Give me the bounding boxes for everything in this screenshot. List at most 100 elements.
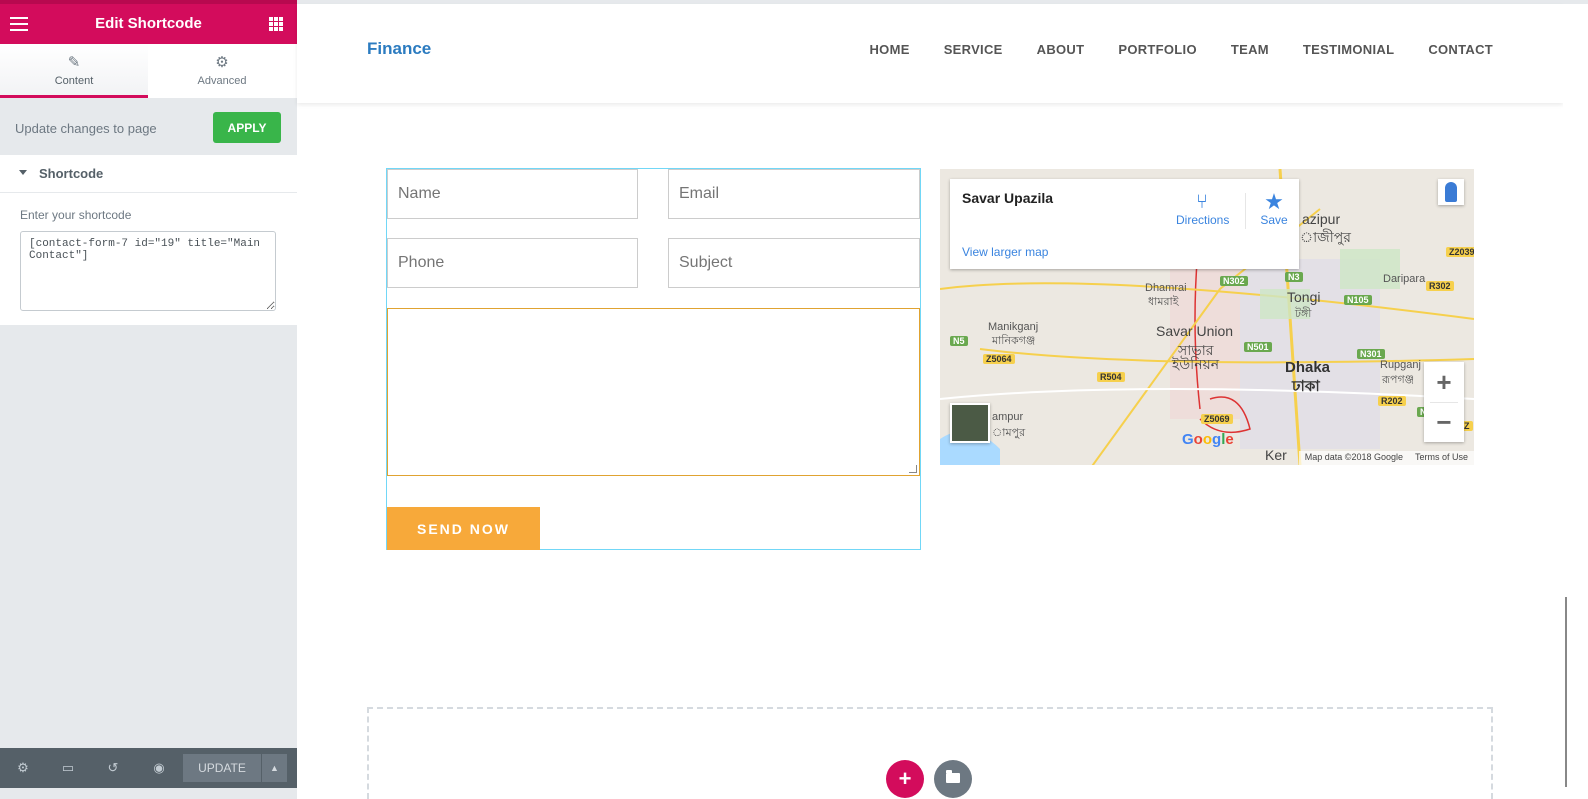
map-label-savar-union: Savar Union [1156, 323, 1234, 339]
map-label-dhamrai-bn: ধামরাই [1148, 296, 1179, 308]
phone-input[interactable] [387, 238, 638, 288]
settings-icon[interactable]: ⚙ [13, 758, 33, 778]
map-label-tongi-bn: টঙ্গী [1295, 308, 1312, 320]
road-shield: Z5064 [983, 354, 1015, 364]
caret-down-icon [19, 170, 27, 175]
shortcode-field-label: Enter your shortcode [20, 208, 132, 222]
map-label-ampur-bn: ামপুর [992, 427, 1026, 439]
pencil-icon: ✎ [67, 54, 81, 71]
update-button[interactable]: UPDATE [183, 754, 261, 782]
terms-link[interactable]: Terms of Use [1415, 452, 1468, 464]
panel-tabs: ✎ Content ⚙ Advanced [0, 44, 297, 98]
add-template-button[interactable] [934, 760, 972, 798]
road-shield: Z2039 [1446, 247, 1474, 257]
apply-text: Update changes to page [15, 121, 157, 136]
send-now-button[interactable]: SEND NOW [387, 507, 540, 550]
shortcode-section: Shortcode Enter your shortcode [contact-… [0, 155, 297, 325]
map-zoom-control: + − [1424, 362, 1464, 442]
panel-footer: ⚙ ▭ ↺ ◉ UPDATE ▲ [0, 748, 297, 788]
caret-up-icon[interactable]: ▲ [262, 754, 287, 782]
road-shield: R202 [1378, 396, 1406, 406]
subject-input[interactable] [668, 238, 920, 288]
add-section-area [367, 707, 1493, 799]
zoom-out-button[interactable]: − [1424, 402, 1464, 442]
map-label-gazipur: azipur [1302, 211, 1341, 227]
shortcode-textarea[interactable]: [contact-form-7 id="19" title="Main Cont… [20, 231, 276, 311]
map-attribution: Map data ©2018 Google Terms of Use [1298, 451, 1474, 465]
panel-title: Edit Shortcode [95, 15, 202, 32]
map-label-gazipur-bn: াজীপুর [1300, 229, 1351, 245]
map-label-keraniganj: Ker [1265, 447, 1287, 463]
map-place-card: Savar Upazila ⑂ Directions ★ Save View l… [950, 179, 1299, 269]
resize-handle-icon[interactable] [909, 465, 917, 473]
gear-icon: ⚙ [215, 54, 229, 71]
email-input[interactable] [668, 169, 920, 219]
site-navbar: Finance HOME SERVICE ABOUT PORTFOLIO TEA… [297, 4, 1563, 103]
save-place-button[interactable]: ★ Save [1256, 189, 1292, 228]
map-label-rupganj: Rupganj [1380, 359, 1421, 371]
nav-menu: HOME SERVICE ABOUT PORTFOLIO TEAM TESTIM… [835, 42, 1493, 57]
contact-form: SEND NOW [386, 168, 921, 550]
view-larger-map-link[interactable]: View larger map [962, 245, 1048, 259]
nav-service[interactable]: SERVICE [944, 42, 1003, 57]
widgets-grid-icon[interactable] [269, 17, 283, 31]
road-shield: Z5069 [1201, 414, 1233, 424]
add-section-button[interactable]: + [886, 760, 924, 798]
responsive-icon[interactable]: ▭ [58, 758, 78, 778]
panel-header: Edit Shortcode [0, 0, 297, 44]
satellite-toggle[interactable] [950, 403, 990, 443]
star-icon: ★ [1264, 189, 1284, 214]
map-label-manikganj-bn: মানিকগঞ্জ [992, 335, 1036, 347]
directions-icon: ⑂ [1196, 191, 1208, 213]
road-shield: R504 [1097, 372, 1125, 382]
divider [1430, 402, 1458, 403]
road-shield: N501 [1244, 342, 1272, 352]
preview-icon[interactable]: ◉ [149, 758, 169, 778]
tab-content[interactable]: ✎ Content [0, 44, 148, 98]
road-shield: N301 [1357, 349, 1385, 359]
nav-team[interactable]: TEAM [1231, 42, 1269, 57]
nav-contact[interactable]: CONTACT [1428, 42, 1493, 57]
google-map[interactable]: Dhamrai ধামরাই Manikganj মানিকগঞ্জ Savar… [940, 169, 1474, 465]
section-toggle[interactable]: Shortcode [0, 155, 297, 193]
editor-panel: Edit Shortcode ✎ Content ⚙ Advanced Upda… [0, 0, 297, 799]
map-label-dhaka-bn: ঢাকা [1292, 378, 1320, 395]
road-shield: N5 [950, 336, 968, 346]
map-data-text: Map data ©2018 Google [1304, 452, 1403, 462]
google-logo: Google [1182, 431, 1234, 448]
site-preview: Finance HOME SERVICE ABOUT PORTFOLIO TEA… [297, 0, 1588, 799]
directions-button[interactable]: ⑂ Directions [1176, 191, 1230, 227]
tab-advanced[interactable]: ⚙ Advanced [148, 44, 296, 98]
site-brand[interactable]: Finance [367, 39, 431, 59]
tab-advanced-label: Advanced [197, 75, 247, 87]
map-label-savar-bn2: ইউনিয়ন [1172, 356, 1220, 372]
name-input[interactable] [387, 169, 638, 219]
map-label-ampur: ampur [992, 411, 1024, 423]
divider [1245, 193, 1246, 229]
apply-button[interactable]: APPLY [213, 112, 281, 143]
street-view-pegman-icon[interactable] [1438, 179, 1464, 205]
nav-about[interactable]: ABOUT [1037, 42, 1085, 57]
road-shield: R302 [1426, 281, 1454, 291]
section-title: Shortcode [39, 166, 104, 181]
save-label: Save [1260, 213, 1288, 227]
folder-icon [946, 770, 960, 783]
road-shield: N105 [1344, 295, 1372, 305]
road-shield: N3 [1285, 272, 1303, 282]
history-icon[interactable]: ↺ [103, 758, 123, 778]
apply-bar: Update changes to page APPLY [0, 98, 297, 155]
map-label-rupganj-bn: রূপগঞ্জ [1382, 374, 1415, 386]
road-shield: N302 [1220, 276, 1248, 286]
tab-content-label: Content [54, 75, 94, 87]
scrollbar-thumb[interactable] [1565, 597, 1567, 787]
message-textarea[interactable] [387, 308, 920, 476]
nav-portfolio[interactable]: PORTFOLIO [1118, 42, 1197, 57]
nav-home[interactable]: HOME [869, 42, 909, 57]
map-place-name: Savar Upazila [962, 190, 1054, 206]
zoom-in-button[interactable]: + [1424, 362, 1464, 402]
map-label-dhaka: Dhaka [1285, 359, 1331, 376]
nav-testimonial[interactable]: TESTIMONIAL [1303, 42, 1394, 57]
directions-label: Directions [1176, 213, 1230, 227]
map-label-daripara: Daripara [1383, 273, 1426, 285]
map-label-tongi: Tongi [1287, 289, 1321, 305]
